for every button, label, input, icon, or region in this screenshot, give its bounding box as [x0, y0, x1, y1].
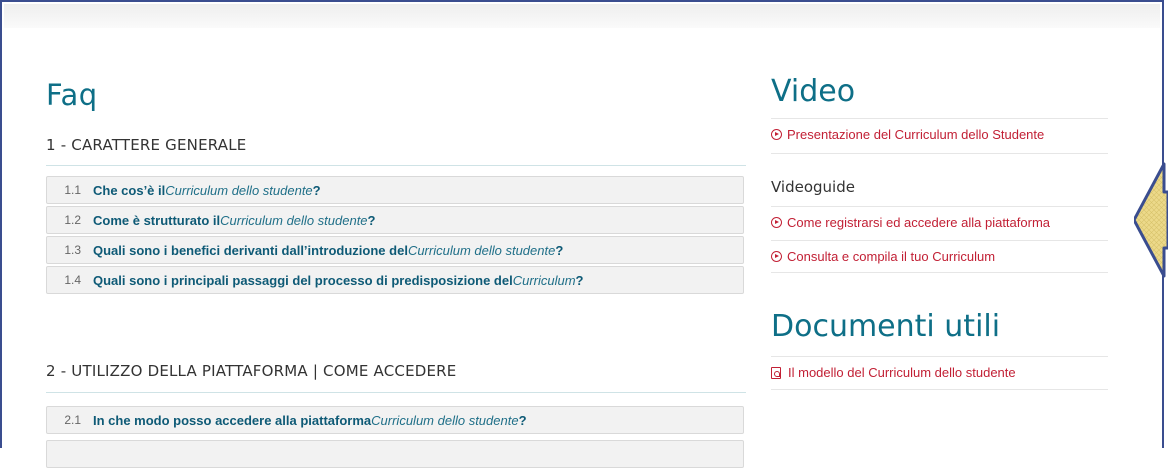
section-heading-2: 2 - UTILIZZO DELLA PIATTAFORMA | COME AC… — [46, 362, 457, 380]
videoguide-link-label: Come registrarsi ed accedere alla piatta… — [787, 215, 1051, 230]
section-divider — [46, 165, 746, 166]
faq-number: 1.1 — [64, 183, 81, 197]
faq-number: 1.4 — [64, 273, 81, 287]
documento-link-modello[interactable]: Il modello del Curriculum dello studente — [771, 365, 1016, 380]
faq-italic: Curriculum dello studente — [220, 212, 368, 228]
faq-item-1-4[interactable]: 1.4 Quali sono i principali passaggi del… — [46, 266, 744, 294]
section-heading-1: 1 - CARATTERE GENERALE — [46, 136, 247, 154]
faq-italic: Curriculum dello studente — [165, 182, 313, 198]
faq-item-1-1[interactable]: 1.1 Che cos’è il Curriculum dello studen… — [46, 176, 744, 204]
faq-text: Quali sono i benefici derivanti dall’int… — [93, 242, 408, 258]
faq-item-1-2[interactable]: 1.2 Come è strutturato il Curriculum del… — [46, 206, 744, 234]
documenti-divider — [771, 389, 1108, 390]
play-circle-icon — [771, 251, 782, 262]
faq-suffix: ? — [518, 412, 527, 428]
faq-suffix: ? — [575, 272, 584, 288]
faq-italic: Curriculum dello studente — [407, 242, 556, 258]
documenti-title: Documenti utili — [771, 309, 1001, 344]
top-bar — [4, 4, 1160, 28]
faq-text: Quali sono i principali passaggi del pro… — [93, 272, 513, 288]
video-divider — [771, 153, 1108, 154]
videoguide-link-consulta[interactable]: Consulta e compila il tuo Curriculum — [771, 249, 995, 264]
faq-suffix: ? — [367, 212, 376, 228]
video-divider — [771, 118, 1108, 119]
faq-text: Che cos’è il — [93, 182, 166, 198]
video-title: Video — [771, 74, 856, 109]
documento-link-label: Il modello del Curriculum dello studente — [788, 365, 1016, 380]
pdf-file-icon — [771, 366, 781, 379]
faq-item-1-3[interactable]: 1.3 Quali sono i benefici derivanti dall… — [46, 236, 744, 264]
faq-item-2-2[interactable] — [46, 440, 744, 468]
faq-item-2-1[interactable]: 2.1 In che modo posso accedere alla piat… — [46, 406, 744, 434]
videoguide-link-label: Consulta e compila il tuo Curriculum — [787, 249, 996, 264]
faq-suffix: ? — [312, 182, 321, 198]
faq-number: 1.3 — [64, 243, 81, 257]
play-circle-icon — [771, 129, 782, 140]
faq-title: Faq — [46, 78, 98, 112]
faq-italic: Curriculum dello studente — [371, 412, 519, 428]
videoguide-divider — [771, 206, 1108, 207]
faq-suffix: ? — [555, 242, 564, 258]
videoguide-divider — [771, 240, 1108, 241]
faq-text: In che modo posso accedere alla piattafo… — [93, 412, 372, 428]
section-divider — [46, 392, 746, 393]
faq-number: 1.2 — [64, 213, 81, 227]
documenti-divider — [771, 356, 1108, 357]
video-link-label: Presentazione del Curriculum dello Stude… — [787, 127, 1045, 142]
video-link-presentazione[interactable]: Presentazione del Curriculum dello Stude… — [771, 127, 1044, 142]
play-circle-icon — [771, 217, 782, 228]
faq-italic: Curriculum — [512, 272, 576, 288]
videoguide-divider — [771, 272, 1108, 273]
videoguide-heading: Videoguide — [771, 178, 855, 196]
left-arrow-icon — [1134, 162, 1168, 278]
faq-text: Come è strutturato il — [93, 212, 221, 228]
faq-number: 2.1 — [64, 413, 81, 427]
videoguide-link-registrazione[interactable]: Come registrarsi ed accedere alla piatta… — [771, 215, 1050, 230]
